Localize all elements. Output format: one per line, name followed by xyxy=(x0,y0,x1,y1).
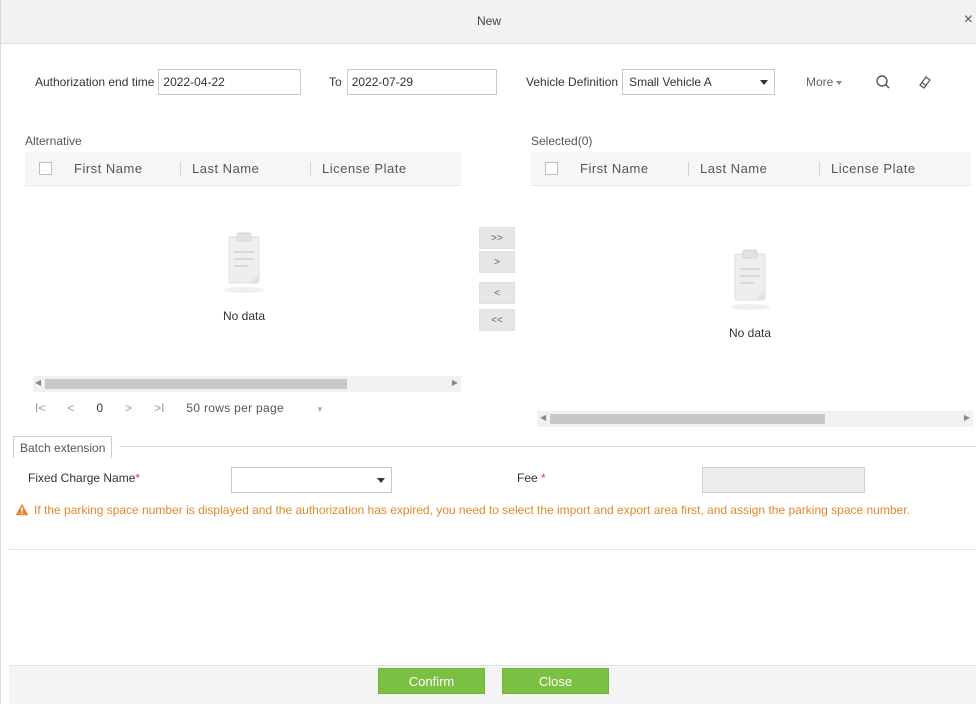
auth-end-time-label: Authorization end time xyxy=(35,75,155,89)
alternative-title: Alternative xyxy=(25,134,82,148)
confirm-button[interactable]: Confirm xyxy=(378,668,485,694)
vehicle-definition-select[interactable]: Small Vehicle A xyxy=(622,69,776,95)
batch-extension-tab: Batch extension xyxy=(13,436,113,458)
to-label: To xyxy=(329,75,342,89)
dialog-title: New xyxy=(476,14,501,28)
move-all-left-button[interactable]: << xyxy=(479,309,515,331)
last-page-button[interactable]: >I xyxy=(154,401,164,415)
clipboard-icon xyxy=(730,249,770,310)
column-last-name[interactable]: Last Name xyxy=(688,161,819,176)
authorization-warning: If the parking space number is displayed… xyxy=(15,498,967,522)
select-all-checkbox[interactable] xyxy=(545,162,558,175)
auth-end-time-filter: Authorization end time xyxy=(35,68,302,96)
move-all-right-button[interactable]: >> xyxy=(479,227,515,249)
rows-per-page-label: 50 rows per page xyxy=(186,401,284,415)
alternative-grid-header: First Name Last Name License Plate xyxy=(25,152,461,186)
new-authorization-dialog: New × Authorization end time To Vehicle … xyxy=(0,0,976,704)
fixed-charge-name-text: Fixed Charge Name xyxy=(28,471,136,485)
select-all-checkbox[interactable] xyxy=(39,162,52,175)
required-mark: * xyxy=(135,471,141,485)
scrollbar-thumb[interactable] xyxy=(550,414,825,424)
close-button[interactable]: Close xyxy=(502,668,609,694)
eraser-icon xyxy=(919,76,931,89)
clipboard-icon xyxy=(224,232,264,293)
move-left-button[interactable]: < xyxy=(479,282,515,304)
vehicle-definition-value: Small Vehicle A xyxy=(629,75,712,89)
dialog-footer xyxy=(9,665,976,704)
alternative-empty-state: No data xyxy=(199,228,289,323)
alternative-no-data-text: No data xyxy=(222,309,266,323)
chevron-down-icon xyxy=(760,79,769,85)
selected-horizontal-scrollbar[interactable]: ◀ ▶ xyxy=(537,411,973,427)
chevron-down-icon: ▾ xyxy=(317,404,323,414)
auth-end-date-input[interactable] xyxy=(346,69,497,95)
batch-section-divider xyxy=(119,446,976,447)
alternative-pagination: I< < 0 > >I 50 rows per page ▾ xyxy=(35,401,366,415)
rows-per-page-select[interactable]: 50 rows per page ▾ xyxy=(186,401,344,415)
selected-no-data-text: No data xyxy=(728,326,772,340)
fee-input xyxy=(702,467,865,493)
fee-label: Fee * xyxy=(517,471,546,485)
more-filters-button[interactable]: More xyxy=(806,75,843,89)
vehicle-definition-filter: Vehicle Definition Small Vehicle A xyxy=(526,68,776,96)
move-right-button[interactable]: > xyxy=(479,251,515,273)
scrollbar-thumb[interactable] xyxy=(45,379,347,389)
column-first-name[interactable]: First Name xyxy=(568,161,688,176)
content-divider xyxy=(9,549,976,550)
search-button[interactable] xyxy=(870,69,896,95)
column-first-name[interactable]: First Name xyxy=(62,161,180,176)
auth-to-filter: To xyxy=(329,68,497,96)
fixed-charge-name-select[interactable] xyxy=(231,467,392,493)
vehicle-definition-label: Vehicle Definition xyxy=(526,75,619,89)
warning-icon xyxy=(15,503,29,516)
scroll-right-icon: ▶ xyxy=(451,378,458,387)
page-number: 0 xyxy=(96,401,104,415)
scroll-right-icon: ▶ xyxy=(963,413,970,422)
column-license-plate[interactable]: License Plate xyxy=(819,161,959,176)
close-icon[interactable]: × xyxy=(964,12,973,28)
fixed-charge-name-label: Fixed Charge Name* xyxy=(28,471,140,485)
chevron-down-icon xyxy=(377,477,385,483)
search-icon xyxy=(876,75,890,89)
chevron-down-icon xyxy=(836,80,843,85)
warning-text: If the parking space number is displayed… xyxy=(34,503,910,517)
selected-grid-header: First Name Last Name License Plate xyxy=(531,152,971,186)
selected-title: Selected(0) xyxy=(531,134,593,148)
alternative-horizontal-scrollbar[interactable]: ◀ ▶ xyxy=(33,376,461,392)
required-mark: * xyxy=(541,471,546,485)
clear-filter-button[interactable] xyxy=(912,69,938,95)
more-label: More xyxy=(806,75,834,89)
scroll-left-icon: ◀ xyxy=(540,413,547,422)
dialog-titlebar: New × xyxy=(1,0,976,44)
column-license-plate[interactable]: License Plate xyxy=(310,161,450,176)
column-last-name[interactable]: Last Name xyxy=(180,161,310,176)
first-page-button[interactable]: I< xyxy=(35,401,45,415)
scroll-left-icon: ◀ xyxy=(35,378,42,387)
selected-empty-state: No data xyxy=(705,245,795,340)
next-page-button[interactable]: > xyxy=(125,401,132,415)
auth-start-date-input[interactable] xyxy=(158,69,302,95)
prev-page-button[interactable]: < xyxy=(67,401,74,415)
fee-text: Fee xyxy=(517,471,538,485)
